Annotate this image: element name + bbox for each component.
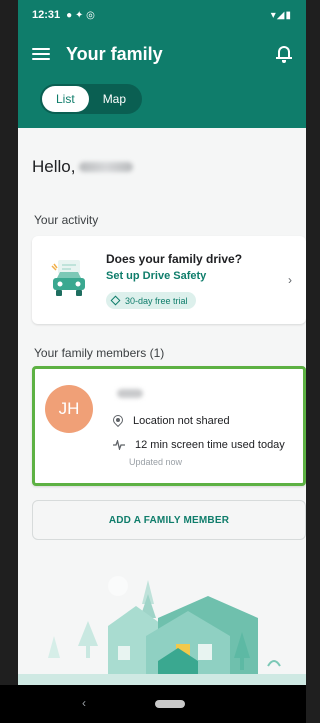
status-notification-icons: ● ✦ ◎ xyxy=(66,9,95,21)
activity-section-label: Your activity xyxy=(34,213,99,227)
screen-time-text: 12 min screen time used today xyxy=(135,439,285,451)
location-status: Location not shared xyxy=(133,415,230,427)
back-icon[interactable]: ‹ xyxy=(82,696,86,710)
view-toggle: List Map xyxy=(40,84,143,114)
tab-list[interactable]: List xyxy=(42,86,89,112)
notification-bell-icon[interactable] xyxy=(276,45,292,63)
drive-card-title: Does your family drive? xyxy=(106,252,243,266)
view-toggle-row: List Map xyxy=(18,78,306,128)
members-section-label: Your family members (1) xyxy=(34,346,165,360)
trial-badge: 30-day free trial xyxy=(106,292,196,309)
status-time: 12:31 xyxy=(32,9,61,21)
home-icon[interactable] xyxy=(155,700,185,708)
activity-pulse-icon xyxy=(113,440,125,450)
updated-time: Updated now xyxy=(129,457,183,467)
location-pin-icon xyxy=(110,412,126,428)
chevron-right-icon[interactable]: › xyxy=(288,273,292,287)
system-nav-bar: ‹ xyxy=(0,685,306,723)
status-system-icons: ▾◢▮ xyxy=(270,9,292,21)
gem-icon xyxy=(110,295,121,306)
blurred-member-name xyxy=(117,389,143,398)
greeting: Hello, xyxy=(32,157,134,177)
location-row: Location not shared xyxy=(110,412,230,428)
setup-drive-safety-link[interactable]: Set up Drive Safety xyxy=(106,270,206,282)
blurred-user-name xyxy=(79,162,134,172)
family-member-card[interactable]: JH Location not shared 12 min screen tim… xyxy=(32,366,306,486)
drive-safety-card[interactable]: Does your family drive? Set up Drive Saf… xyxy=(32,236,306,324)
family-house-illustration xyxy=(18,576,306,686)
avatar: JH xyxy=(45,385,93,433)
page-title: Your family xyxy=(66,43,163,64)
screen-time-row: 12 min screen time used today xyxy=(113,439,285,451)
app-bar: Your family xyxy=(18,30,306,78)
car-icon xyxy=(51,260,85,296)
app-screen: 12:31 ● ✦ ◎ ▾◢▮ Your family List Map Hel… xyxy=(18,0,306,723)
greeting-text: Hello, xyxy=(32,157,76,176)
status-bar: 12:31 ● ✦ ◎ ▾◢▮ xyxy=(18,0,306,30)
trial-badge-label: 30-day free trial xyxy=(125,295,188,306)
menu-icon[interactable] xyxy=(32,48,50,60)
tab-map[interactable]: Map xyxy=(89,86,140,112)
add-family-member-button[interactable]: ADD A FAMILY MEMBER xyxy=(32,500,306,540)
